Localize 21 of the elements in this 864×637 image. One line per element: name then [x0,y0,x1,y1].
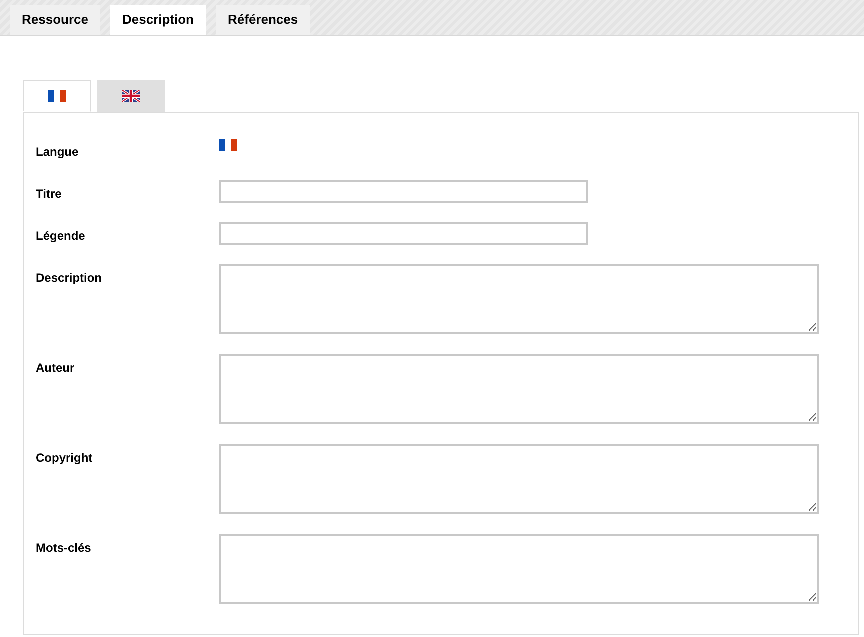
text-field[interactable] [219,222,588,245]
text-area[interactable] [219,534,819,604]
field-label: Mots-clés [36,540,92,557]
text-field[interactable] [219,180,588,203]
language-tab[interactable] [97,80,165,112]
language-tab[interactable] [23,80,91,112]
tab[interactable]: Références [216,5,310,35]
text-area[interactable] [219,354,819,424]
tab[interactable]: Description [110,5,206,35]
french-flag-icon [48,90,66,102]
field-label: Copyright [36,450,94,467]
field-label: Description [36,270,104,287]
field-label: Titre [36,186,63,203]
french-flag-icon [219,139,237,151]
field-label: Légende [36,228,86,245]
text-area[interactable] [219,264,819,334]
tab[interactable]: Ressource [10,5,100,35]
british-flag-icon [122,90,140,102]
field-label: Auteur [36,360,76,377]
text-area[interactable] [219,444,819,514]
field-label: Langue [36,144,80,161]
